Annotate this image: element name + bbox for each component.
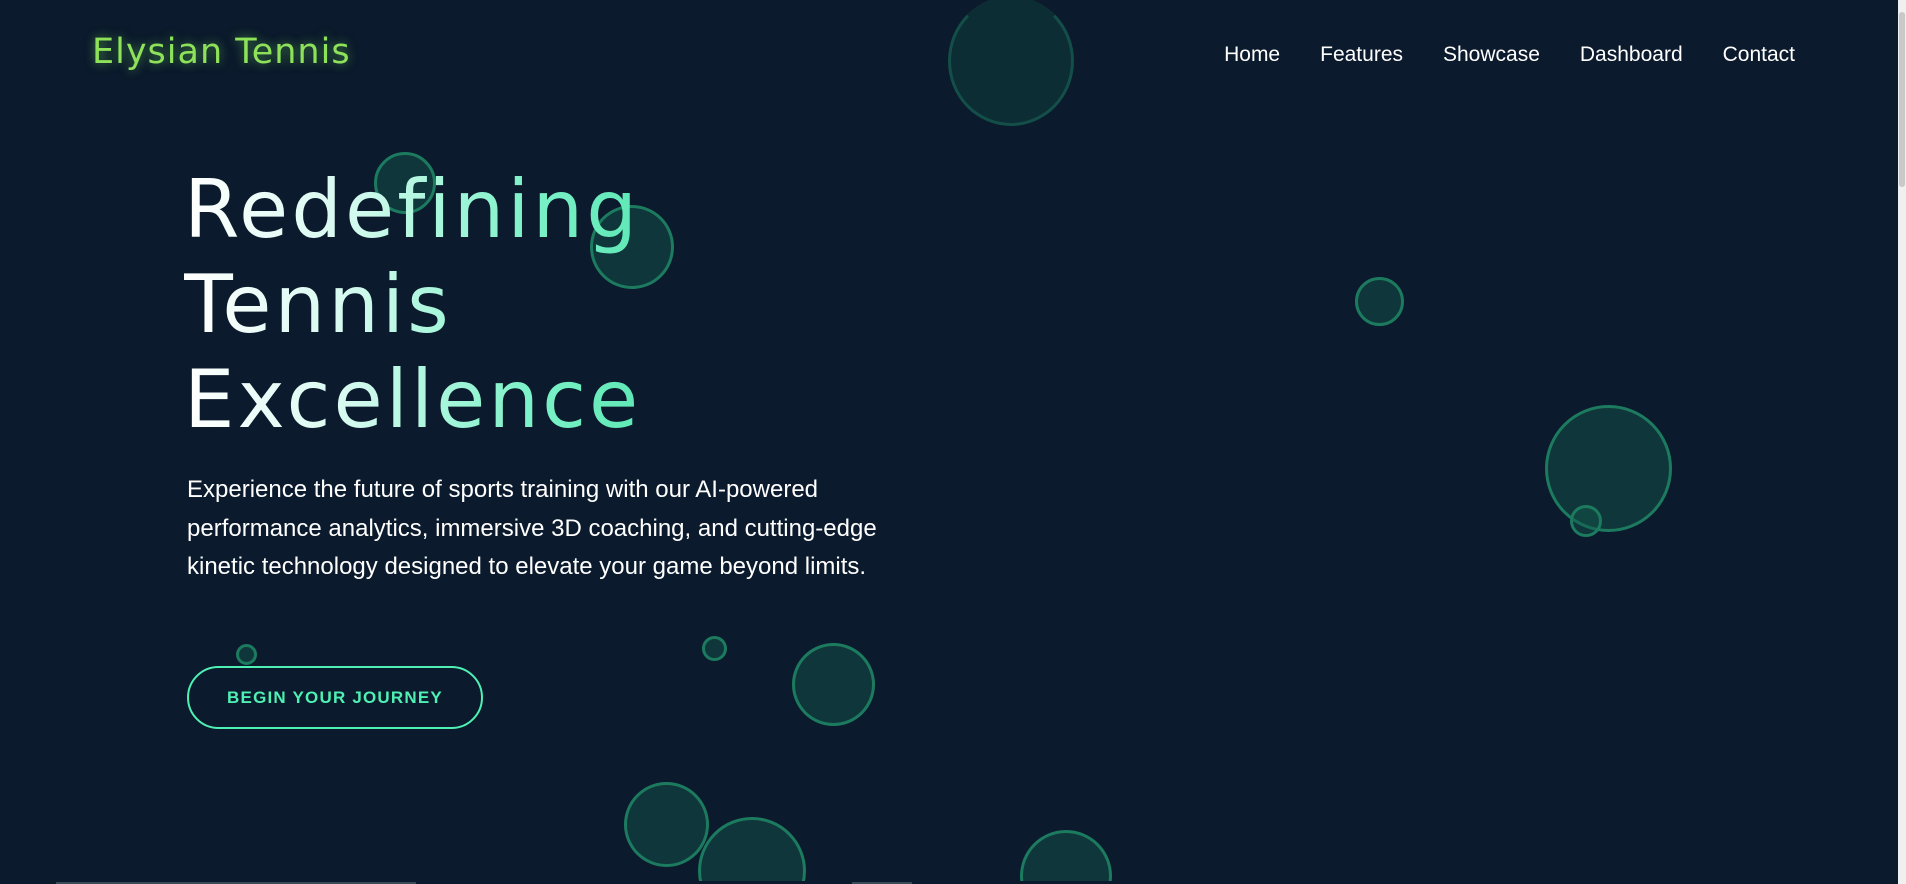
begin-journey-button[interactable]: BEGIN YOUR JOURNEY <box>187 666 483 729</box>
decorative-bubble <box>1545 405 1672 532</box>
decorative-bubble <box>792 643 875 726</box>
hero-title-line: Redefining <box>184 163 641 256</box>
scrollbar-thumb[interactable] <box>1899 12 1905 187</box>
decorative-bubble <box>1355 277 1404 326</box>
hero-title-line: Tennis <box>184 258 452 351</box>
nav-item-contact[interactable]: Contact <box>1723 43 1795 67</box>
brand-logo[interactable]: Elysian Tennis <box>92 32 351 72</box>
vertical-scrollbar[interactable] <box>1898 0 1906 884</box>
nav-item-home[interactable]: Home <box>1224 43 1280 67</box>
main-nav: Home Features Showcase Dashboard Contact <box>1224 43 1795 67</box>
nav-item-dashboard[interactable]: Dashboard <box>1580 43 1683 67</box>
decorative-bubble <box>624 782 709 867</box>
nav-item-showcase[interactable]: Showcase <box>1443 43 1540 67</box>
decorative-bubble <box>698 817 806 884</box>
decorative-bubble <box>702 636 727 661</box>
nav-item-features[interactable]: Features <box>1320 43 1403 67</box>
hero-title-line: Excellence <box>184 353 642 446</box>
decorative-bubble <box>948 0 1074 126</box>
hero-description: Experience the future of sports training… <box>187 476 877 580</box>
decorative-bubble <box>236 644 257 665</box>
decorative-bubble <box>1570 505 1602 537</box>
hero-title: Redefining Tennis Excellence <box>184 162 641 447</box>
decorative-bubble <box>1020 830 1112 884</box>
page-background: Elysian Tennis Home Features Showcase Da… <box>0 0 1898 884</box>
